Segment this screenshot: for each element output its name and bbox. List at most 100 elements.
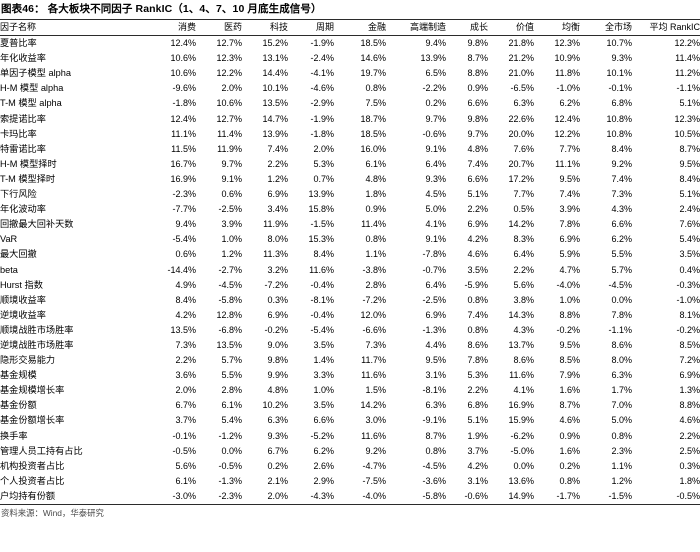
rankic-table: 因子名称 消费 医药 科技 周期 金融 高端制造 成长 价值 均衡 全市场 平均… <box>0 18 700 505</box>
table-cell: 9.8% <box>467 38 488 49</box>
table-cell: -4.5% <box>422 460 446 471</box>
table-row: 基金份额 6.7% 6.1% 10.2% 3.5% 14.2% 6.3% 6.8% 16.9% 8… <box>0 398 700 413</box>
table-cell: 8.0% <box>267 234 288 245</box>
table-cell: 9.4% <box>175 219 196 230</box>
table-cell: 1.3% <box>679 385 700 396</box>
table-cell: 5.6% <box>513 279 534 290</box>
table-cell: 10.9% <box>554 53 580 64</box>
table-cell: 7.8% <box>467 355 488 366</box>
table-cell: 2.0% <box>175 385 196 396</box>
table-cell: 6.3% <box>513 98 534 109</box>
table-cell: 6.6% <box>313 415 334 426</box>
table-cell: -1.9% <box>310 38 334 49</box>
table-cell: 9.1% <box>425 234 446 245</box>
source-note: 资料来源：Wind，华泰研究 <box>1 508 104 518</box>
table-cell: -9.6% <box>172 83 196 94</box>
table-cell: 9.5% <box>679 158 700 169</box>
table-cell: 2.2% <box>267 158 288 169</box>
table-cell: 9.3% <box>267 430 288 441</box>
table-cell: 0.7% <box>313 173 334 184</box>
table-cell: -0.3% <box>676 279 700 290</box>
table-cell: 11.6% <box>509 370 534 381</box>
table-cell: 13.9% <box>262 128 288 139</box>
table-cell: -14.4% <box>167 264 196 275</box>
table-cell: 1.0% <box>313 385 334 396</box>
row-label: 户均持有份额 <box>0 488 150 505</box>
table-cell: 4.8% <box>267 385 288 396</box>
table-cell: 21.8% <box>508 38 534 49</box>
table-cell: 1.2% <box>611 475 632 486</box>
row-label: 隐形交易能力 <box>0 355 56 366</box>
row-label: 机构投资者占比 <box>0 460 65 471</box>
table-cell: 7.7% <box>559 143 580 154</box>
table-row: 回撤最大回补天数 9.4% 3.9% 11.9% -1.5% 11.4% 4.1% 6.9% 1… <box>0 217 700 232</box>
table-cell: 7.5% <box>365 98 386 109</box>
row-label: 基金规模增长率 <box>0 385 65 396</box>
table-cell: 3.9% <box>559 204 580 215</box>
table-cell: 10.8% <box>606 128 632 139</box>
table-cell: 10.7% <box>606 38 632 49</box>
table-cell: 18.7% <box>360 113 386 124</box>
row-label: 下行风险 <box>0 189 37 200</box>
table-cell: 0.9% <box>365 204 386 215</box>
table-cell: 11.9% <box>263 219 288 230</box>
table-cell: 4.3% <box>611 204 632 215</box>
table-cell: 0.6% <box>221 189 242 200</box>
table-cell: 12.2% <box>554 128 580 139</box>
table-cell: 2.0% <box>313 143 334 154</box>
table-cell: -8.1% <box>422 385 446 396</box>
table-cell: 8.6% <box>513 355 534 366</box>
table-cell: 9.5% <box>425 355 446 366</box>
table-cell: 8.1% <box>679 309 700 320</box>
table-cell: 1.6% <box>559 445 580 456</box>
table-cell: 15.8% <box>308 204 334 215</box>
table-cell: 3.1% <box>425 370 446 381</box>
row-label: Hurst 指数 <box>0 279 43 290</box>
table-cell: -2.5% <box>422 294 446 305</box>
table-cell: 9.1% <box>221 173 242 184</box>
table-cell: 10.1% <box>606 68 632 79</box>
table-cell: 11.6% <box>309 264 334 275</box>
table-cell: 7.9% <box>559 370 580 381</box>
table-cell: 2.2% <box>175 355 196 366</box>
table-cell: -2.4% <box>310 53 334 64</box>
table-row: 换手率 -0.1% -1.2% 9.3% -5.2% 11.6% 8.7% 1.9% -6.2%… <box>0 429 700 444</box>
table-cell: -4.5% <box>608 279 632 290</box>
table-cell: 5.1% <box>679 98 700 109</box>
table-cell: 2.1% <box>267 475 288 486</box>
table-row: 基金规模 3.6% 5.5% 9.9% 3.3% 11.6% 3.1% 5.3% 11.6% 7.… <box>0 368 700 383</box>
table-cell: -5.4% <box>172 234 196 245</box>
table-cell: 4.8% <box>365 173 386 184</box>
table-cell: 7.6% <box>513 143 534 154</box>
table-cell: 6.9% <box>267 189 288 200</box>
table-cell: 8.7% <box>679 143 700 154</box>
table-cell: 9.4% <box>425 38 446 49</box>
table-cell: -0.5% <box>172 445 196 456</box>
row-label: 顺境收益率 <box>0 294 46 305</box>
table-cell: 2.8% <box>365 279 386 290</box>
table-cell: 3.5% <box>313 400 334 411</box>
exhibit-title: 图表46： 各大板块不同因子 RankIC（1、4、7、10 月底生成信号） <box>1 3 322 15</box>
table-cell: 2.2% <box>679 430 700 441</box>
table-cell: 4.1% <box>425 219 446 230</box>
table-cell: 0.8% <box>425 445 446 456</box>
table-row: 隐形交易能力 2.2% 5.7% 9.8% 1.4% 11.7% 9.5% 7.8% 8.6% 8… <box>0 353 700 368</box>
table-row: H-M 模型择时 16.7% 9.7% 2.2% 5.3% 6.1% 6.4% 7.4% 20.… <box>0 157 700 172</box>
table-cell: -2.2% <box>422 83 446 94</box>
table-cell: -4.7% <box>362 460 386 471</box>
table-cell: 22.6% <box>508 113 534 124</box>
table-cell: 12.2% <box>216 68 242 79</box>
table-cell: 6.1% <box>365 158 386 169</box>
column-header-balanced: 均衡 <box>534 18 580 37</box>
table-cell: 8.6% <box>467 339 488 350</box>
table-row: 最大回撤 0.6% 1.2% 11.3% 8.4% 1.1% -7.8% 4.6% 6.4% 5.… <box>0 247 700 262</box>
table-cell: 4.6% <box>467 249 488 260</box>
table-row: 年化收益率 10.6% 12.3% 13.1% -2.4% 14.6% 13.9% 8.7% 2… <box>0 51 700 66</box>
table-cell: 4.9% <box>175 279 196 290</box>
table-cell: -2.7% <box>218 264 242 275</box>
column-header-advanced-manufacturing: 高端制造 <box>386 18 446 37</box>
table-cell: 13.1% <box>262 53 288 64</box>
table-cell: 7.3% <box>611 189 632 200</box>
table-cell: 2.0% <box>242 488 288 505</box>
table-cell: -1.5% <box>310 219 334 230</box>
